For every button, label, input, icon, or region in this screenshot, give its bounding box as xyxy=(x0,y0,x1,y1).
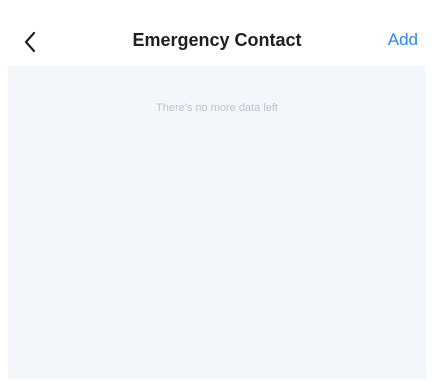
empty-state-message: There's no more data left xyxy=(156,102,278,114)
contact-list-area: There's no more data left xyxy=(8,66,426,379)
page-title: Emergency Contact xyxy=(132,30,302,50)
status-bar xyxy=(0,0,434,18)
app-header: Emergency Contact Add xyxy=(0,18,434,66)
chevron-left-icon xyxy=(23,31,37,53)
back-button[interactable] xyxy=(14,26,46,58)
add-contact-button[interactable]: Add xyxy=(388,18,418,66)
